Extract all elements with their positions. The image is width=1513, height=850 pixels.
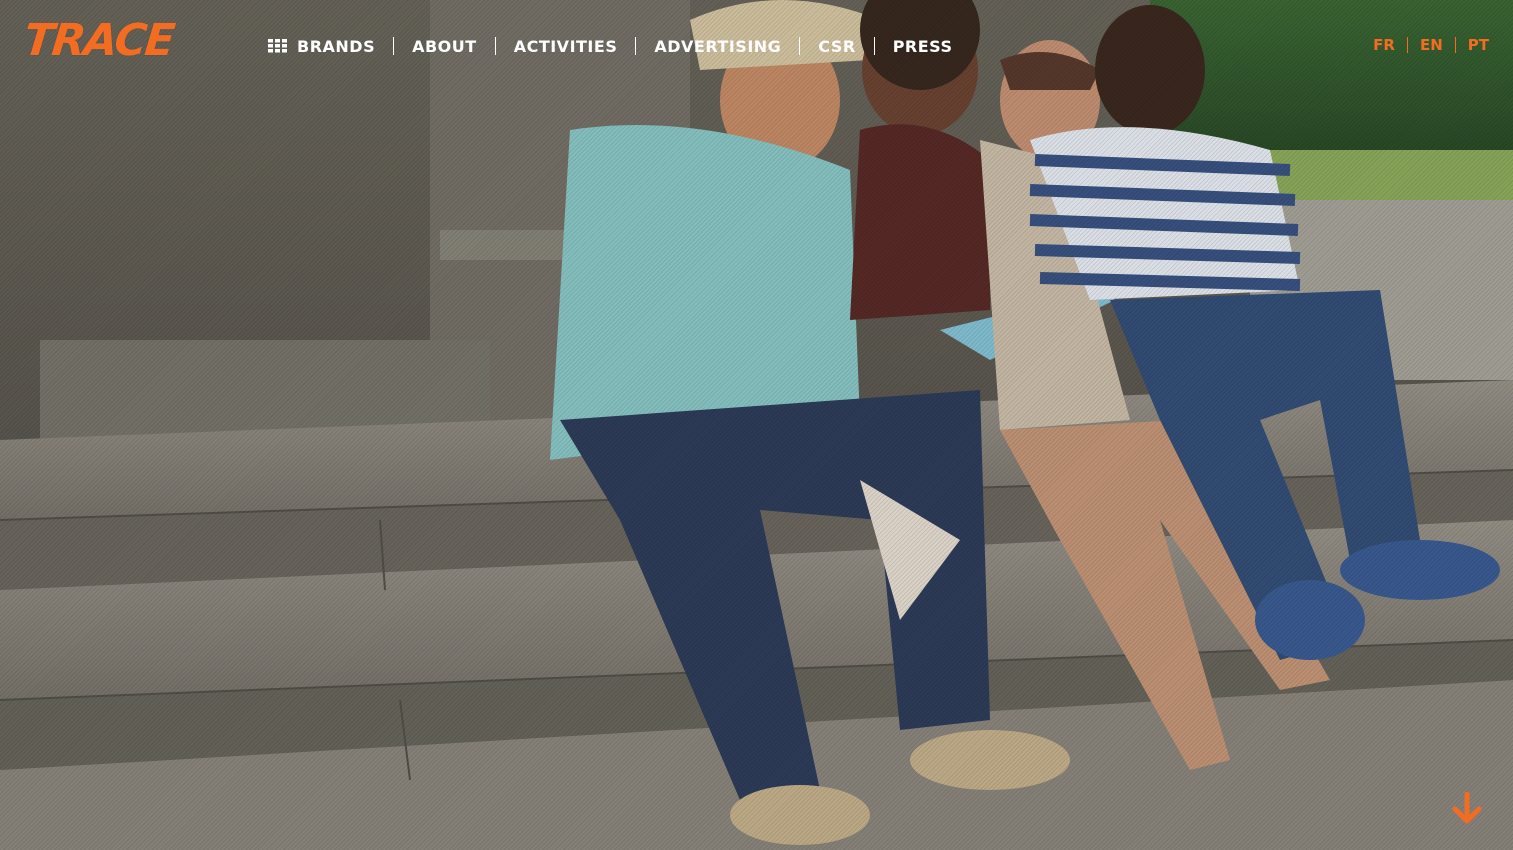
nav-item-activities[interactable]: ACTIVITIES — [514, 37, 618, 56]
trace-logo[interactable]: TRACE — [21, 15, 175, 66]
nav-item-brands[interactable]: BRANDS — [268, 37, 375, 56]
language-switcher: FR EN PT — [1373, 36, 1489, 54]
lang-fr[interactable]: FR — [1373, 36, 1395, 54]
nav-item-press[interactable]: PRESS — [893, 37, 953, 56]
grid-icon — [268, 39, 287, 53]
lang-divider — [1454, 37, 1456, 53]
nav-divider — [494, 37, 496, 55]
hero-photo — [0, 0, 1513, 850]
lang-pt[interactable]: PT — [1468, 36, 1489, 54]
hero-background — [0, 0, 1513, 850]
nav-item-csr[interactable]: CSR — [818, 37, 855, 56]
lang-divider — [1406, 37, 1408, 53]
nav-divider — [635, 37, 637, 55]
main-nav: BRANDS ABOUT ACTIVITIES ADVERTISING CSR … — [268, 32, 953, 60]
nav-label-brands: BRANDS — [297, 36, 376, 56]
lang-en[interactable]: EN — [1420, 36, 1443, 54]
arrow-down-icon[interactable] — [1451, 792, 1483, 826]
nav-divider — [873, 37, 875, 55]
nav-divider — [393, 37, 395, 55]
nav-item-about[interactable]: ABOUT — [412, 37, 477, 56]
nav-item-advertising[interactable]: ADVERTISING — [654, 37, 781, 56]
nav-divider — [799, 37, 801, 55]
